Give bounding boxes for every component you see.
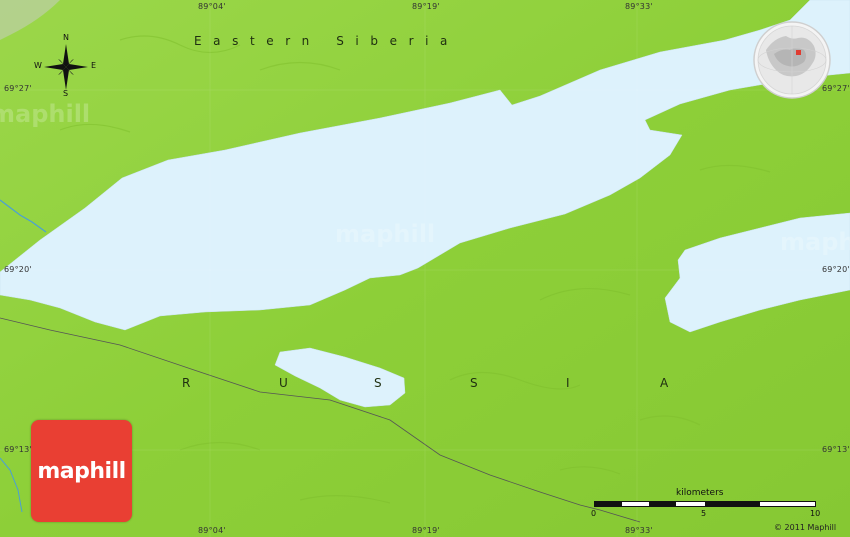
maphill-logo[interactable]: maphill [31,420,132,522]
bottom-longitude-label: 89°19' [412,526,440,535]
globe-locator-icon [752,20,832,100]
left-latitude-label: 69°20' [4,265,32,274]
scale-bar: kilometers 0 5 10 [588,488,828,524]
compass-west-label: W [34,61,42,70]
scale-tick-label: 5 [701,509,707,518]
watermark: maphill [335,220,436,248]
left-latitude-label: 69°13' [4,445,32,454]
logo-text: maphill [37,458,126,484]
copyright-text: © 2011 Maphill [774,523,837,532]
left-latitude-label: 69°27' [4,84,32,93]
top-longitude-label: 89°33' [625,2,653,11]
country-label-letter: S [374,376,382,390]
compass-east-label: E [91,61,97,70]
country-label-letter: S [470,376,478,390]
bottom-longitude-label: 89°04' [198,526,226,535]
scale-title: kilometers [676,488,724,498]
compass-north-label: N [63,33,69,42]
compass-rose-icon: N S W E [30,33,102,98]
country-label-letter: A [660,376,669,390]
bottom-longitude-label: 89°33' [625,526,653,535]
scale-bar-graphic [594,501,816,507]
country-label-letter: R [182,376,191,390]
watermark: maphill [780,228,850,256]
country-label-letter: I [566,376,570,390]
right-latitude-label: 69°13' [822,445,850,454]
watermark: maphill [0,100,91,128]
scale-tick-label: 10 [810,509,821,518]
region-label: Eastern Siberia [194,34,459,48]
scale-tick-label: 0 [591,509,597,518]
top-longitude-label: 89°04' [198,2,226,11]
right-latitude-label: 69°20' [822,265,850,274]
country-label-letter: U [279,376,288,390]
top-longitude-label: 89°19' [412,2,440,11]
compass-south-label: S [63,89,69,98]
